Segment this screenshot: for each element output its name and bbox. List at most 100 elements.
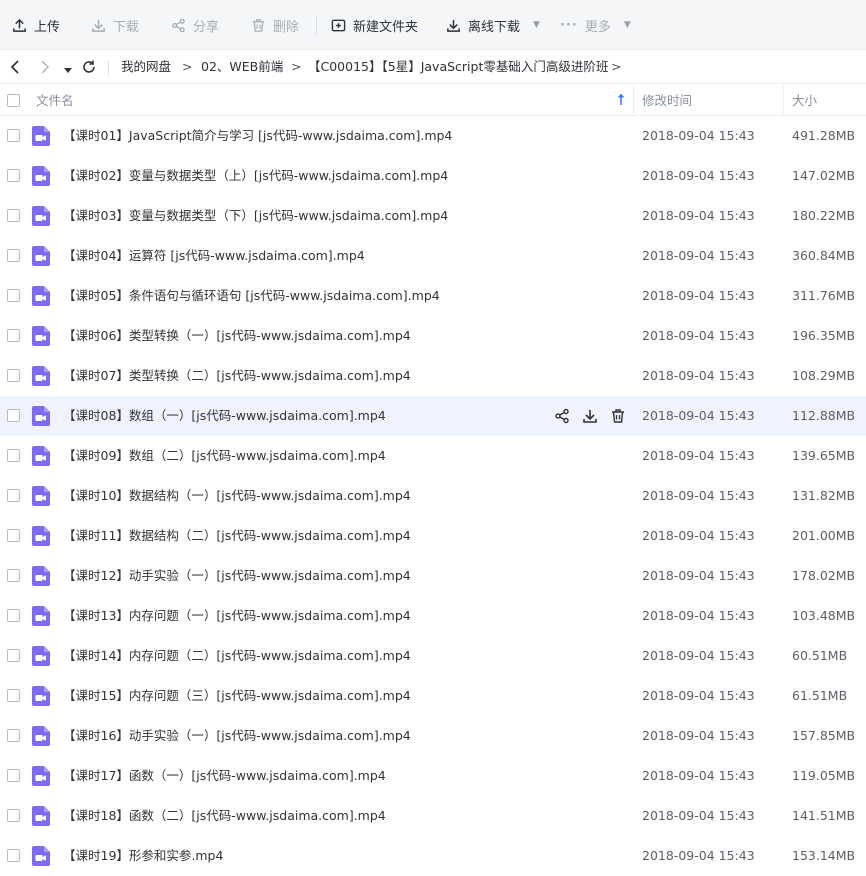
file-name[interactable]: 【课时13】内存问题（一）[js代码-www.jsdaima.com].mp4 bbox=[63, 596, 411, 636]
file-size: 201.00MB bbox=[792, 528, 856, 543]
column-header-name[interactable]: 文件名 bbox=[36, 85, 74, 116]
row-checkbox[interactable] bbox=[7, 529, 20, 542]
row-checkbox[interactable] bbox=[7, 809, 20, 822]
file-name[interactable]: 【课时07】类型转换（二）[js代码-www.jsdaima.com].mp4 bbox=[63, 356, 411, 396]
video-file-icon bbox=[32, 366, 50, 386]
upload-label: 上传 bbox=[34, 19, 61, 35]
table-row[interactable]: 【课时08】数组（一）[js代码-www.jsdaima.com].mp4 201… bbox=[0, 396, 866, 436]
video-file-icon bbox=[32, 686, 50, 706]
table-row[interactable]: 【课时06】类型转换（一）[js代码-www.jsdaima.com].mp4 2… bbox=[0, 316, 866, 356]
delete-label: 删除 bbox=[273, 19, 300, 35]
modified-time: 2018-09-04 15:43 bbox=[642, 688, 755, 703]
row-checkbox[interactable] bbox=[7, 369, 20, 382]
file-size: 119.05MB bbox=[792, 768, 856, 783]
row-checkbox[interactable] bbox=[7, 209, 20, 222]
table-row[interactable]: 【课时16】动手实验（一）[js代码-www.jsdaima.com].mp4 2… bbox=[0, 716, 866, 756]
table-row[interactable]: 【课时13】内存问题（一）[js代码-www.jsdaima.com].mp4 2… bbox=[0, 596, 866, 636]
video-file-icon bbox=[32, 846, 50, 866]
file-name[interactable]: 【课时17】函数（一）[js代码-www.jsdaima.com].mp4 bbox=[63, 756, 386, 796]
file-name[interactable]: 【课时01】JavaScript简介与学习 [js代码-www.jsdaima.… bbox=[63, 116, 452, 156]
new-folder-button[interactable]: 新建文件夹 bbox=[331, 0, 418, 50]
file-size: 178.02MB bbox=[792, 568, 856, 583]
file-name[interactable]: 【课时14】内存问题（二）[js代码-www.jsdaima.com].mp4 bbox=[63, 636, 411, 676]
table-row[interactable]: 【课时19】形参和实参.mp4 2018-09-04 15:43 153.14MB bbox=[0, 836, 866, 876]
file-name[interactable]: 【课时08】数组（一）[js代码-www.jsdaima.com].mp4 bbox=[63, 396, 386, 436]
row-checkbox[interactable] bbox=[7, 169, 20, 182]
file-name[interactable]: 【课时03】变量与数据类型（下）[js代码-www.jsdaima.com].m… bbox=[63, 196, 448, 236]
row-checkbox[interactable] bbox=[7, 329, 20, 342]
table-row[interactable]: 【课时18】函数（二）[js代码-www.jsdaima.com].mp4 201… bbox=[0, 796, 866, 836]
column-divider[interactable] bbox=[633, 85, 634, 116]
breadcrumb-item-current[interactable]: 【C00015】【5星】JavaScript零基础入门高级进阶班 bbox=[308, 51, 608, 84]
table-row[interactable]: 【课时03】变量与数据类型（下）[js代码-www.jsdaima.com].m… bbox=[0, 196, 866, 236]
file-name[interactable]: 【课时12】动手实验（一）[js代码-www.jsdaima.com].mp4 bbox=[63, 556, 411, 596]
row-checkbox[interactable] bbox=[7, 409, 20, 422]
file-name[interactable]: 【课时09】数组（二）[js代码-www.jsdaima.com].mp4 bbox=[63, 436, 386, 476]
sort-ascending-icon[interactable] bbox=[616, 93, 626, 109]
file-name[interactable]: 【课时18】函数（二）[js代码-www.jsdaima.com].mp4 bbox=[63, 796, 386, 836]
history-dropdown-icon[interactable] bbox=[63, 63, 73, 78]
breadcrumb-item-web[interactable]: 02、WEB前端 bbox=[201, 51, 283, 84]
breadcrumb-separator: > bbox=[182, 59, 193, 74]
row-checkbox[interactable] bbox=[7, 569, 20, 582]
row-checkbox[interactable] bbox=[7, 129, 20, 142]
row-checkbox[interactable] bbox=[7, 249, 20, 262]
more-button[interactable]: ··· 更多 ▼ bbox=[560, 0, 631, 50]
file-name[interactable]: 【课时06】类型转换（一）[js代码-www.jsdaima.com].mp4 bbox=[63, 316, 411, 356]
row-checkbox[interactable] bbox=[7, 609, 20, 622]
file-name[interactable]: 【课时04】运算符 [js代码-www.jsdaima.com].mp4 bbox=[63, 236, 365, 276]
table-row[interactable]: 【课时09】数组（二）[js代码-www.jsdaima.com].mp4 201… bbox=[0, 436, 866, 476]
column-header-size[interactable]: 大小 bbox=[792, 85, 817, 116]
row-checkbox[interactable] bbox=[7, 289, 20, 302]
chevron-down-icon: ▼ bbox=[533, 20, 540, 30]
video-file-icon bbox=[32, 726, 50, 746]
row-checkbox[interactable] bbox=[7, 769, 20, 782]
row-checkbox[interactable] bbox=[7, 729, 20, 742]
file-name[interactable]: 【课时05】条件语句与循环语句 [js代码-www.jsdaima.com].m… bbox=[63, 276, 440, 316]
row-checkbox[interactable] bbox=[7, 649, 20, 662]
table-row[interactable]: 【课时17】函数（一）[js代码-www.jsdaima.com].mp4 201… bbox=[0, 756, 866, 796]
file-name[interactable]: 【课时02】变量与数据类型（上）[js代码-www.jsdaima.com].m… bbox=[63, 156, 448, 196]
file-size: 311.76MB bbox=[792, 288, 856, 303]
table-row[interactable]: 【课时07】类型转换（二）[js代码-www.jsdaima.com].mp4 2… bbox=[0, 356, 866, 396]
modified-time: 2018-09-04 15:43 bbox=[642, 128, 755, 143]
file-name[interactable]: 【课时10】数据结构（一）[js代码-www.jsdaima.com].mp4 bbox=[63, 476, 411, 516]
table-row[interactable]: 【课时11】数据结构（二）[js代码-www.jsdaima.com].mp4 2… bbox=[0, 516, 866, 556]
forward-arrow-icon[interactable] bbox=[38, 59, 52, 78]
modified-time: 2018-09-04 15:43 bbox=[642, 648, 755, 663]
file-size: 180.22MB bbox=[792, 208, 856, 223]
table-row[interactable]: 【课时14】内存问题（二）[js代码-www.jsdaima.com].mp4 2… bbox=[0, 636, 866, 676]
offline-download-button[interactable]: 离线下载 ▼ bbox=[446, 0, 540, 50]
share-icon[interactable] bbox=[554, 408, 570, 424]
delete-button[interactable]: 删除 bbox=[251, 0, 299, 50]
select-all-checkbox[interactable] bbox=[7, 94, 20, 107]
row-checkbox[interactable] bbox=[7, 849, 20, 862]
row-checkbox[interactable] bbox=[7, 489, 20, 502]
file-name[interactable]: 【课时15】内存问题（三）[js代码-www.jsdaima.com].mp4 bbox=[63, 676, 411, 716]
download-icon[interactable] bbox=[582, 408, 598, 424]
table-row[interactable]: 【课时01】JavaScript简介与学习 [js代码-www.jsdaima.… bbox=[0, 116, 866, 156]
row-checkbox[interactable] bbox=[7, 689, 20, 702]
file-name[interactable]: 【课时19】形参和实参.mp4 bbox=[63, 836, 223, 876]
breadcrumb-item-root[interactable]: 我的网盘 bbox=[121, 51, 171, 84]
file-name[interactable]: 【课时16】动手实验（一）[js代码-www.jsdaima.com].mp4 bbox=[63, 716, 411, 756]
trash-icon[interactable] bbox=[610, 408, 626, 424]
breadcrumb-divider bbox=[108, 60, 109, 75]
back-arrow-icon[interactable] bbox=[8, 59, 22, 78]
upload-button[interactable]: 上传 bbox=[12, 0, 60, 50]
column-divider[interactable] bbox=[783, 85, 784, 116]
modified-time: 2018-09-04 15:43 bbox=[642, 408, 755, 423]
table-row[interactable]: 【课时10】数据结构（一）[js代码-www.jsdaima.com].mp4 2… bbox=[0, 476, 866, 516]
row-checkbox[interactable] bbox=[7, 449, 20, 462]
column-header-modified[interactable]: 修改时间 bbox=[642, 85, 692, 116]
table-row[interactable]: 【课时15】内存问题（三）[js代码-www.jsdaima.com].mp4 2… bbox=[0, 676, 866, 716]
file-name[interactable]: 【课时11】数据结构（二）[js代码-www.jsdaima.com].mp4 bbox=[63, 516, 411, 556]
download-button[interactable]: 下载 bbox=[91, 0, 139, 50]
table-row[interactable]: 【课时02】变量与数据类型（上）[js代码-www.jsdaima.com].m… bbox=[0, 156, 866, 196]
table-row[interactable]: 【课时12】动手实验（一）[js代码-www.jsdaima.com].mp4 2… bbox=[0, 556, 866, 596]
table-row[interactable]: 【课时04】运算符 [js代码-www.jsdaima.com].mp4 2018… bbox=[0, 236, 866, 276]
table-row[interactable]: 【课时05】条件语句与循环语句 [js代码-www.jsdaima.com].m… bbox=[0, 276, 866, 316]
refresh-icon[interactable] bbox=[81, 59, 97, 78]
file-size: 196.35MB bbox=[792, 328, 856, 343]
share-button[interactable]: 分享 bbox=[171, 0, 219, 50]
